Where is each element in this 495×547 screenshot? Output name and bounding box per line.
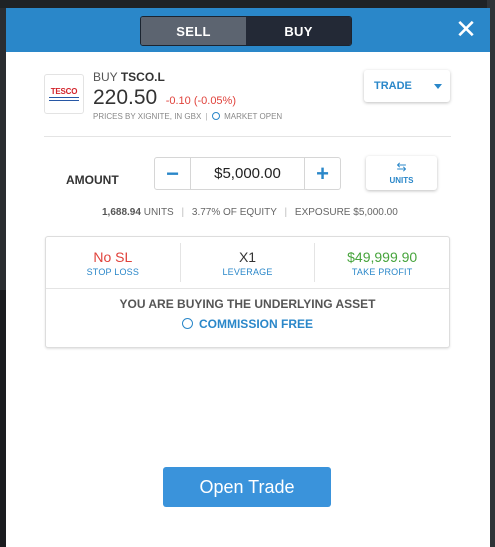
stop-loss-cell[interactable]: No SL STOP LOSS — [46, 237, 180, 288]
take-profit-label: TAKE PROFIT — [351, 266, 413, 277]
market-status: MARKET OPEN — [224, 112, 283, 121]
take-profit-cell[interactable]: $49,999.90 TAKE PROFIT — [314, 243, 449, 282]
amount-input[interactable]: $5,000.00 — [190, 158, 305, 189]
decrease-amount-button[interactable]: − — [155, 158, 190, 189]
swap-icon: ⇆ — [396, 160, 407, 174]
amount-info: 1,688.94 UNITS | 3.77% OF EQUITY | EXPOS… — [102, 207, 398, 218]
price-change: -0.10 (-0.05%) — [165, 95, 236, 107]
equity-percent: 3.77% OF EQUITY — [191, 207, 277, 218]
price-meta: PRICES BY XIGNITE, IN GBX | MARKET OPEN — [93, 112, 282, 121]
logo-text: TESCO — [50, 87, 78, 96]
tesco-logo: TESCO — [44, 74, 84, 114]
trade-modal: SELL BUY ✕ TESCO BUY TSCO.L 220.50 -0.10… — [6, 8, 490, 547]
buy-button[interactable]: BUY — [246, 17, 351, 45]
stop-loss-label: STOP LOSS — [86, 266, 140, 277]
order-settings-row: No SL STOP LOSS X1 LEVERAGE $49,999.90 T… — [46, 237, 449, 289]
info-separator: | — [284, 207, 288, 218]
amount-label: AMOUNT — [66, 173, 119, 187]
trade-type-dropdown[interactable]: TRADE — [364, 70, 450, 102]
order-settings-box: No SL STOP LOSS X1 LEVERAGE $49,999.90 T… — [45, 236, 450, 348]
logo-stripes — [49, 97, 79, 101]
chevron-down-icon — [434, 84, 442, 89]
exposure-value: $5,000.00 — [353, 207, 398, 218]
open-trade-button[interactable]: Open Trade — [163, 467, 331, 507]
take-profit-value: $49,999.90 — [347, 248, 418, 265]
divider — [44, 136, 451, 137]
modal-content: TESCO BUY TSCO.L 220.50 -0.10 (-0.05%) P… — [6, 52, 490, 547]
underlying-asset-message: YOU ARE BUYING THE UNDERLYING ASSET — [119, 297, 376, 311]
leverage-value: X1 — [238, 248, 257, 265]
commission-icon — [181, 318, 193, 329]
instrument-action: BUY — [93, 70, 118, 84]
sell-button[interactable]: SELL — [141, 17, 246, 45]
instrument-price: 220.50 — [93, 86, 158, 109]
instrument-symbol: TSCO.L — [120, 70, 165, 84]
units-value: 1,688.94 — [102, 207, 141, 218]
price-source: PRICES BY XIGNITE, IN GBX — [93, 112, 202, 121]
instrument-info: BUY TSCO.L 220.50 -0.10 (-0.05%) PRICES … — [93, 70, 282, 121]
info-separator: | — [181, 207, 185, 218]
leverage-label: LEVERAGE — [222, 266, 273, 277]
price-row: 220.50 -0.10 (-0.05%) — [93, 86, 282, 110]
background-strip — [0, 0, 495, 8]
stop-loss-value: No SL — [93, 248, 133, 265]
instrument-title: BUY TSCO.L — [93, 70, 282, 84]
clock-icon — [211, 112, 220, 120]
exposure-label: EXPOSURE — [294, 207, 351, 218]
close-icon[interactable]: ✕ — [454, 16, 478, 42]
commission-label: COMMISSION FREE — [198, 317, 313, 331]
modal-header: SELL BUY ✕ — [6, 8, 490, 52]
increase-amount-button[interactable]: + — [305, 158, 340, 189]
amount-stepper: − $5,000.00 + — [154, 157, 341, 190]
commission-free-link[interactable]: COMMISSION FREE — [46, 317, 449, 331]
sell-buy-toggle: SELL BUY — [140, 16, 352, 46]
leverage-cell[interactable]: X1 LEVERAGE — [179, 243, 315, 282]
units-toggle-label: UNITS — [389, 176, 414, 185]
units-word: UNITS — [143, 207, 174, 218]
trade-dropdown-label: TRADE — [374, 80, 412, 92]
units-toggle-button[interactable]: ⇆ UNITS — [366, 156, 437, 190]
meta-separator: | — [205, 112, 208, 121]
